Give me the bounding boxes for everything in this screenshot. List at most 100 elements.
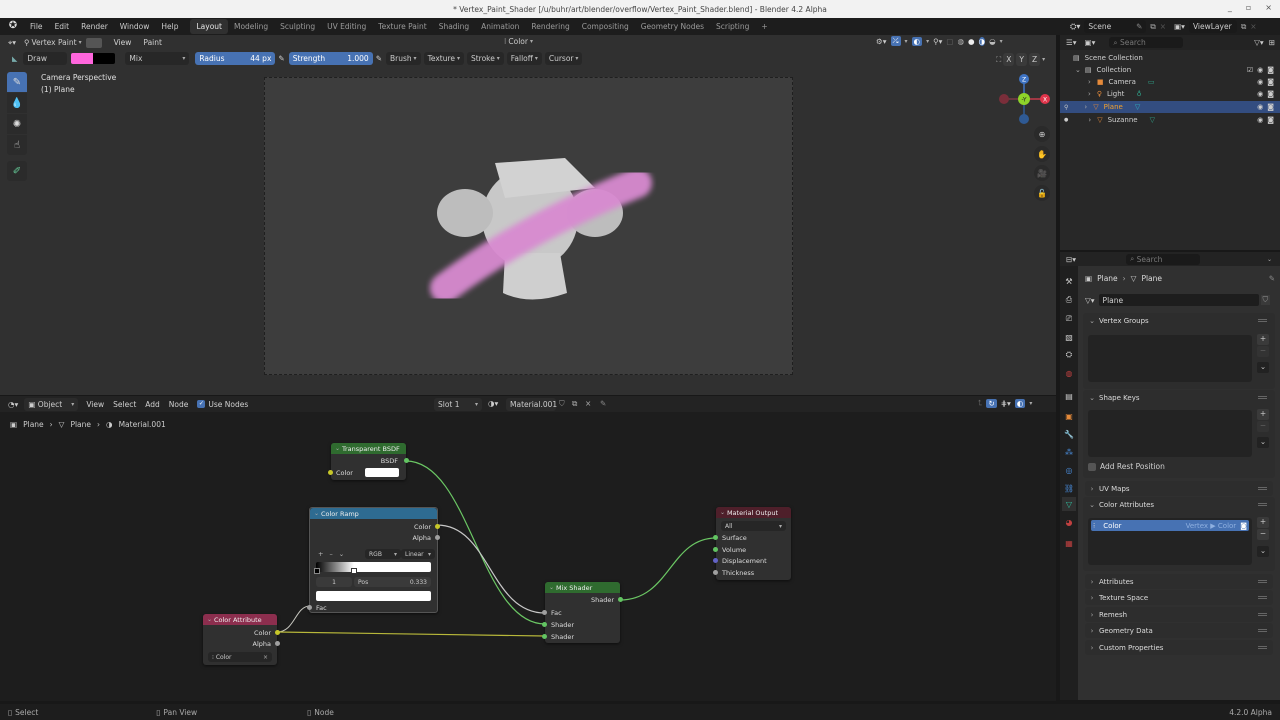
blend-mode-selector[interactable]: Mix ▾ [125, 52, 190, 65]
add-rest-position-row[interactable]: Add Rest Position [1088, 462, 1165, 471]
outliner-item-light[interactable]: › ♀ Light ♁ ◉ ◙ [1060, 88, 1280, 100]
mesh-browse-icon[interactable]: ▽▾ [1085, 296, 1095, 305]
ramp-stop-black[interactable] [314, 568, 320, 574]
draw-tool-icon[interactable]: ✎ [7, 72, 27, 92]
tab-rendering[interactable]: Rendering [525, 19, 575, 34]
active-stop-index[interactable]: 1 [316, 577, 352, 587]
color-attribute-item[interactable]: ⁝ Color Vertex ▶ Color ◙ [1091, 520, 1249, 531]
tab-scripting[interactable]: Scripting [710, 19, 755, 34]
new-scene-icon[interactable]: ⧉ [1150, 22, 1155, 32]
panel-header-uv-maps[interactable]: › UV Maps [1085, 481, 1273, 496]
snap-icon[interactable]: ↻ [986, 398, 997, 408]
color-ramp-gradient[interactable] [316, 562, 431, 572]
collection-tab-icon[interactable]: ▤ [1062, 389, 1076, 403]
new-view-layer-icon[interactable]: ⧉ [1241, 22, 1246, 32]
node-transparent-bsdf[interactable]: ⌄ Transparent BSDF BSDF Color [328, 443, 409, 480]
wireframe-shading-icon[interactable]: ◍ [957, 37, 964, 46]
material-tab-icon[interactable]: ◕ [1062, 515, 1076, 529]
pan-hand-icon[interactable]: ✋ [1034, 146, 1050, 162]
ramp-controls[interactable]: +–⌄ [318, 550, 350, 558]
scene-icon[interactable]: ⛭▾ [1070, 22, 1080, 32]
texture-tab-icon[interactable]: ▦ [1062, 536, 1076, 550]
blender-logo-icon[interactable]: ✪ [6, 20, 20, 34]
tab-geometry-nodes[interactable]: Geometry Nodes [635, 19, 710, 34]
rendered-shading-icon[interactable]: ◒ [989, 37, 996, 46]
data-tab-icon[interactable]: ▽ [1062, 497, 1076, 511]
pin-icon[interactable]: ✎ [1136, 22, 1142, 31]
node-material-output[interactable]: ⌄ Material Output All ▾ Surface Volume Di… [713, 507, 791, 580]
ramp-stop-white[interactable] [351, 568, 357, 574]
camera-view-icon[interactable]: 🎥 [1034, 165, 1050, 181]
stroke-menu[interactable]: Stroke ▾ [466, 52, 504, 65]
parent-node-tree-icon[interactable]: ⮤ [978, 398, 982, 408]
panel-header-attributes[interactable]: › Attributes [1085, 574, 1273, 589]
radius-pressure-icon[interactable]: ✎ [278, 54, 284, 63]
average-tool-icon[interactable]: ✺ [7, 114, 27, 134]
mirror-y-toggle[interactable]: Y [1016, 53, 1027, 66]
close-button[interactable]: × [1265, 3, 1272, 12]
menu-add[interactable]: Add [145, 400, 160, 409]
smear-tool-icon[interactable]: ☝ [7, 135, 27, 155]
tab-sculpting[interactable]: Sculpting [274, 19, 321, 34]
texture-menu[interactable]: Texture ▾ [423, 52, 464, 65]
socket-color[interactable] [435, 524, 440, 529]
color-attribute-menu-button[interactable]: ⌄ [1257, 546, 1269, 557]
render-icon[interactable]: ◙ [1267, 116, 1274, 124]
socket-shader2[interactable] [542, 634, 547, 639]
eye-icon[interactable]: ◉ [1257, 90, 1263, 98]
tab-shading[interactable]: Shading [433, 19, 475, 34]
maximize-button[interactable]: ▫ [1246, 3, 1251, 12]
mirror-z-toggle[interactable]: Z [1028, 53, 1041, 66]
socket-alpha[interactable] [435, 535, 440, 540]
delete-scene-icon[interactable]: × [1160, 22, 1166, 31]
lock-icon[interactable]: 🔓 [1034, 185, 1050, 201]
overlay-toggle-icon[interactable]: ◐ [911, 36, 923, 46]
render-icon[interactable]: ◙ [1267, 103, 1274, 111]
new-collection-icon[interactable]: ⊞ [1269, 38, 1275, 47]
panel-header-shape-keys[interactable]: ⌄ Shape Keys [1085, 390, 1273, 405]
socket-displacement[interactable] [713, 558, 718, 563]
shape-keys-list[interactable] [1088, 410, 1252, 457]
stop-color-swatch[interactable] [316, 591, 431, 601]
outliner-search[interactable]: ⌕ Search [1109, 37, 1184, 48]
node-color-ramp[interactable]: ⌄ Color Ramp Color Alpha +–⌄ RGB ▾ Linear… [307, 507, 440, 613]
tool-tab-icon[interactable]: ⚒ [1062, 274, 1076, 288]
vertex-group-menu-button[interactable]: ⌄ [1257, 362, 1269, 373]
menu-view[interactable]: View [86, 400, 104, 409]
menu-paint[interactable]: Paint [143, 38, 162, 47]
socket-volume[interactable] [713, 547, 718, 552]
use-nodes-label[interactable]: Use Nodes [208, 400, 248, 409]
socket-bsdf[interactable] [404, 458, 409, 463]
falloff-menu[interactable]: Falloff ▾ [506, 52, 542, 65]
outliner-item-suzanne[interactable]: ● › ▽ Suzanne ▽ ◉ ◙ [1060, 114, 1280, 126]
add-vertex-group-button[interactable]: + [1257, 334, 1269, 345]
tab-texture-paint[interactable]: Texture Paint [372, 19, 432, 34]
view-layer-tab-icon[interactable]: ▧ [1062, 330, 1076, 344]
primary-color-swatch[interactable] [71, 53, 94, 64]
xray-icon[interactable]: ▢ [946, 37, 953, 46]
tab-compositing[interactable]: Compositing [576, 19, 635, 34]
snap-options-icon[interactable]: ⋕▾ [1001, 399, 1011, 408]
interpolation-select[interactable]: Linear ▾ [401, 549, 435, 559]
socket-shader1[interactable] [542, 622, 547, 627]
options-icon[interactable]: ⌄ [1267, 256, 1272, 263]
slot-selector[interactable]: Slot 1 ▾ [434, 398, 482, 411]
stop-position-field[interactable]: Pos 0.333 [354, 577, 431, 587]
tab-layout[interactable]: Layout [190, 19, 228, 34]
solid-shading-icon[interactable]: ● [968, 37, 975, 46]
shape-key-menu-button[interactable]: ⌄ [1257, 437, 1269, 448]
shader-editor[interactable]: ◔▾ ▣ Object ▾ View Select Add Node ✓ Use … [0, 396, 1056, 701]
pin-icon[interactable]: ✎ [600, 399, 606, 408]
add-rest-position-checkbox[interactable] [1088, 462, 1096, 471]
color-swatch[interactable] [365, 468, 399, 477]
remove-vertex-group-button[interactable]: − [1257, 346, 1269, 357]
view-layer-icon[interactable]: ▣▾ [1174, 22, 1185, 31]
use-nodes-checkbox[interactable]: ✓ [197, 400, 206, 408]
socket-surface[interactable] [713, 535, 718, 540]
outliner-item-plane[interactable]: ⚲ › ▽ Plane ▽ ◉ ◙ [1060, 101, 1280, 113]
object-tab-icon[interactable]: ▣ [1062, 409, 1076, 423]
radius-field[interactable]: Radius 44 px [195, 52, 276, 65]
brush-menu[interactable]: Brush ▾ [385, 52, 421, 65]
color-mode-select[interactable]: RGB ▾ [365, 549, 401, 559]
fake-user-icon[interactable]: ⛉ [559, 399, 565, 409]
